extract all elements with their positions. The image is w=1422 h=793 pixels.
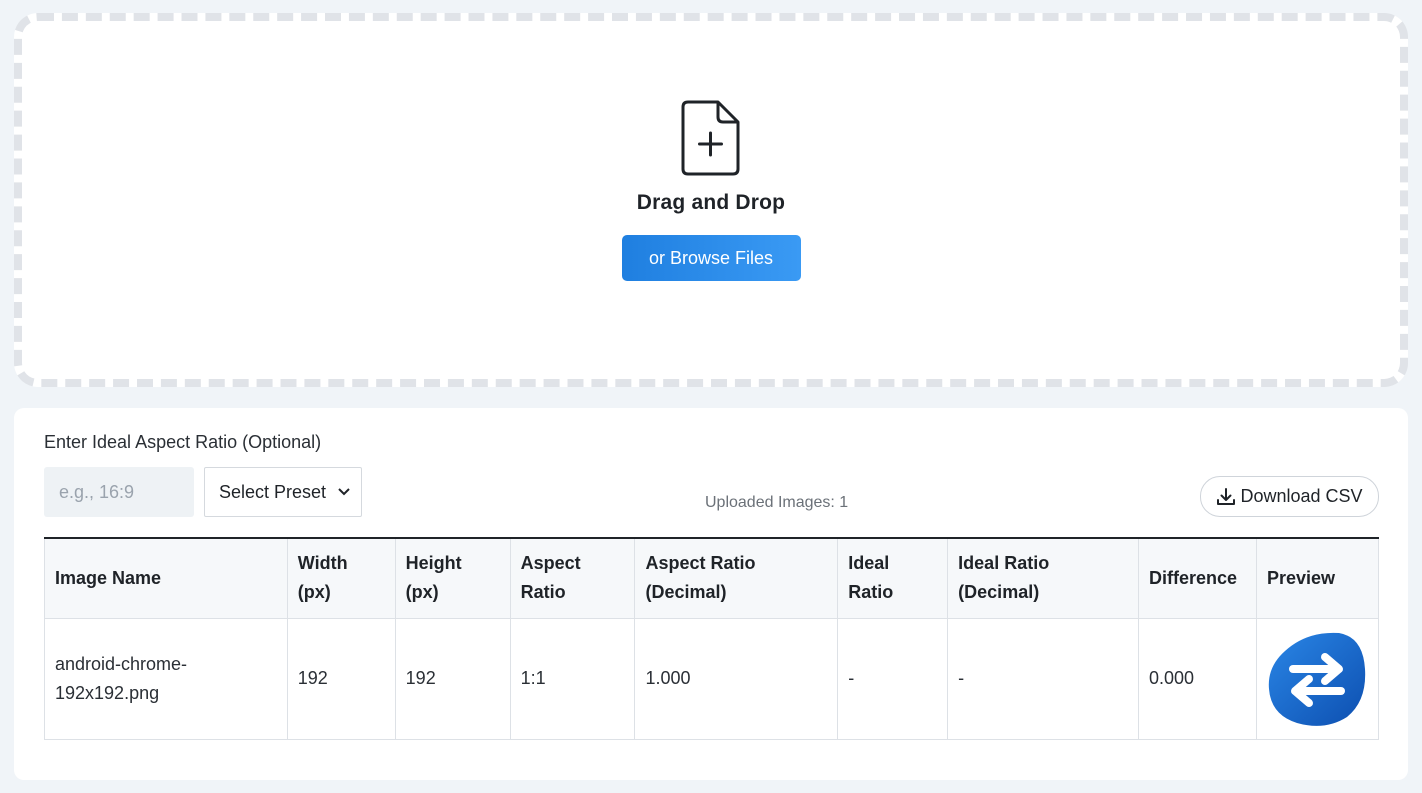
table-row: android-chrome-192x192.png 192 192 1:1 1… (44, 617, 1380, 740)
cell-image-name: android-chrome-192x192.png (44, 617, 288, 740)
results-panel: Enter Ideal Aspect Ratio (Optional) Sele… (14, 408, 1408, 780)
cell-ideal-ratio: - (837, 617, 949, 740)
col-image-name: Image Name (44, 538, 288, 619)
col-ideal-decimal: Ideal Ratio (Decimal) (947, 538, 1139, 619)
cell-ideal-decimal: - (947, 617, 1139, 740)
col-ideal-ratio: Ideal Ratio (837, 538, 949, 619)
results-table: Image Name Width (px) Height (px) Aspect… (44, 537, 1380, 740)
download-csv-button[interactable]: Download CSV (1200, 476, 1379, 517)
table-header-row: Image Name Width (px) Height (px) Aspect… (44, 538, 1380, 619)
cell-width: 192 (286, 617, 396, 740)
chevron-down-icon (338, 488, 350, 496)
dropzone-title: Drag and Drop (636, 191, 786, 214)
col-width: Width (px) (286, 538, 396, 619)
cell-aspect-decimal: 1.000 (634, 617, 839, 740)
cell-height: 192 (394, 617, 511, 740)
col-aspect-decimal: Aspect Ratio (Decimal) (634, 538, 839, 619)
download-icon (1217, 487, 1236, 505)
file-dropzone[interactable]: Drag and Drop or Browse Files (14, 13, 1408, 387)
download-csv-label: Download CSV (1240, 486, 1363, 506)
col-difference: Difference (1137, 538, 1257, 619)
cell-aspect-ratio: 1:1 (509, 617, 636, 740)
uploaded-count: Uploaded Images: 1 (705, 494, 849, 511)
col-aspect-ratio: Aspect Ratio (509, 538, 636, 619)
col-height: Height (px) (394, 538, 511, 619)
col-preview: Preview (1255, 538, 1380, 619)
cell-preview (1255, 617, 1380, 740)
preset-select-value: Select Preset (219, 481, 327, 502)
preset-select[interactable]: Select Preset (204, 467, 362, 517)
file-plus-icon (681, 100, 740, 176)
ideal-ratio-label: Enter Ideal Aspect Ratio (Optional) (44, 432, 322, 452)
swap-arrows-logo-icon[interactable] (1267, 629, 1367, 729)
ideal-ratio-input[interactable] (44, 467, 194, 517)
browse-files-button[interactable]: or Browse Files (621, 235, 801, 281)
cell-difference: 0.000 (1137, 617, 1257, 740)
